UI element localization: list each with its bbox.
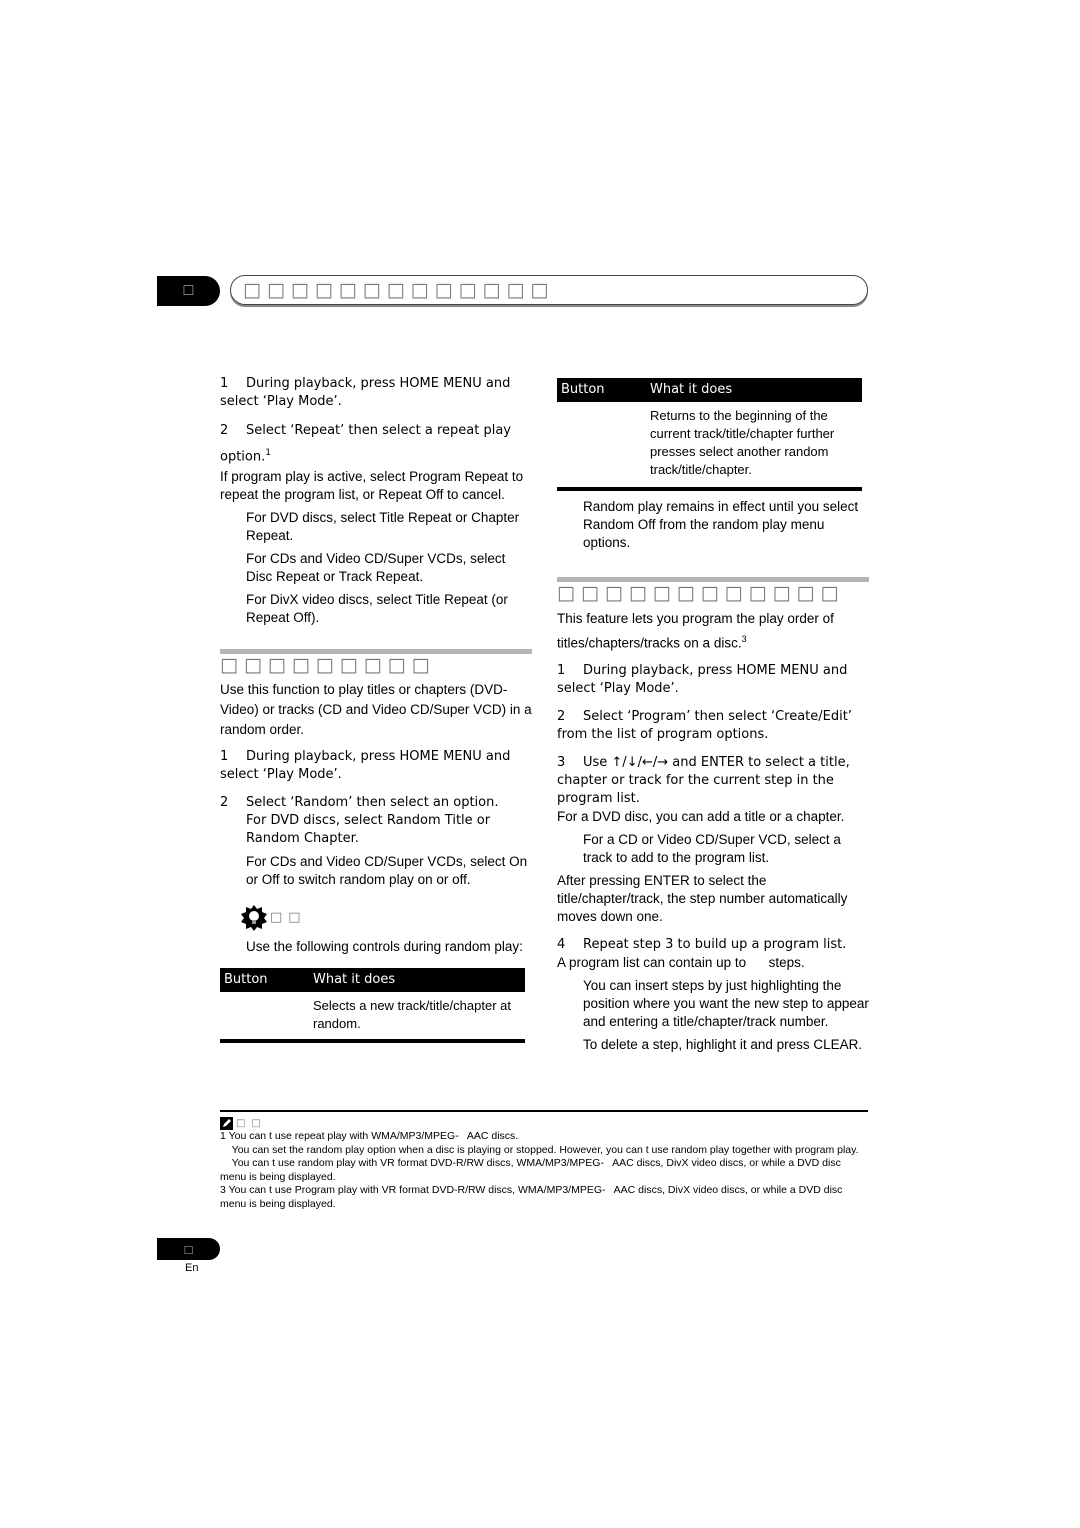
note-header: □□	[220, 1116, 868, 1130]
program-step-3: 3 Use ↑/↓/←/→ and ENTER to select a title…	[557, 754, 850, 806]
right-column: Button What it does Returns to the begin…	[557, 378, 869, 1054]
lightbulb-tip-icon	[241, 905, 267, 932]
footnote-ref: 1	[265, 448, 271, 458]
tip-text: Use the following controls during random…	[246, 939, 523, 955]
page-number: □	[184, 1241, 193, 1257]
random-heading: □□□□□□□□□	[220, 654, 436, 677]
footnotes: □□ 1 You can t use repeat play with WMA/…	[220, 1110, 868, 1211]
footnote-item: 3 You can t use Program play with VR for…	[220, 1184, 846, 1210]
button-cell	[557, 407, 650, 479]
table-header: Button What it does	[220, 968, 525, 993]
random-step-1: 1 During playback, press HOME MENU and se…	[220, 749, 511, 783]
column-header-button: Button	[224, 972, 268, 988]
repeat-note: If program play is active, select Progra…	[220, 469, 524, 503]
random-bullet: For DVD discs, select Random Title or Ra…	[246, 813, 491, 847]
chapter-number-tab: □	[157, 276, 220, 306]
repeat-bullet: For CDs and Video CD/Super VCDs, select …	[246, 551, 506, 585]
footnote-ref: 3	[741, 634, 747, 644]
description-cell: Selects a new track/title/chapter at ran…	[313, 998, 511, 1032]
language-label: En	[185, 1262, 199, 1274]
chapter-number: □	[183, 282, 194, 299]
footnote-rule	[220, 1110, 868, 1112]
program-step-4: 4 Repeat step 3 to build up a program lis…	[557, 936, 847, 952]
footnote-item: You can t use random play with VR format…	[220, 1157, 844, 1183]
program-step-2: 2 Select ‘Program’ then select ‘Create/Ed…	[557, 708, 852, 742]
repeat-step-2: 2 Select ‘Repeat’ then select a repeat pl…	[220, 423, 511, 465]
column-header-button: Button	[561, 382, 605, 397]
page-number-tab: □	[157, 1238, 220, 1260]
step4-bullet: To delete a step, highlight it and press…	[583, 1036, 863, 1052]
chapter-title: □□□□□□□□□□□□□	[243, 279, 555, 301]
repeat-bullet: For DVD discs, select Title Repeat or Ch…	[246, 510, 520, 544]
program-step-1: 1 During playback, press HOME MENU and se…	[557, 662, 848, 696]
chapter-title-bar: □□□□□□□□□□□□□	[230, 275, 868, 305]
random-step-2: 2 Select ‘Random’ then select an option.	[220, 795, 499, 811]
left-column: 1 During playback, press HOME MENU and se…	[220, 375, 532, 1044]
random-remains-note: Random play remains in effect until you …	[583, 499, 859, 550]
step3-note: For a DVD disc, you can add a title or a…	[557, 808, 845, 824]
step4-note: A program list can contain up to steps.	[557, 954, 805, 970]
button-cell	[220, 997, 313, 1033]
table-header: Button What it does	[557, 378, 862, 402]
table-bottom-rule	[220, 1039, 525, 1044]
random-bullet: For CDs and Video CD/Super VCDs, select …	[246, 854, 528, 888]
tip-header: □□	[220, 903, 532, 933]
program-heading: □□□□□□□□□□□□	[557, 582, 845, 604]
footnote-item: You can set the random play option when …	[220, 1143, 859, 1156]
tip-label: □□	[270, 910, 307, 926]
step4-bullet: You can insert steps by just highlightin…	[583, 977, 869, 1029]
pencil-note-icon	[220, 1116, 233, 1130]
step3-bullet: For a CD or Video CD/Super VCD, select a…	[583, 831, 841, 865]
random-controls-table: Button What it does Selects a new track/…	[220, 968, 525, 1044]
table-row: Returns to the beginning of the current …	[557, 402, 862, 479]
random-intro: Use this function to play titles or chap…	[220, 682, 532, 738]
note-label: □□	[236, 1117, 267, 1129]
repeat-step-1: 1 During playback, press HOME MENU and se…	[220, 376, 511, 409]
column-header-what-it-does: What it does	[313, 972, 396, 988]
table-row: Selects a new track/title/chapter at ran…	[220, 992, 525, 1033]
program-intro: This feature lets you program the play o…	[557, 611, 834, 651]
column-header-what-it-does: What it does	[650, 382, 733, 397]
footnote-item: 1 You can t use repeat play with WMA/MP3…	[220, 1130, 519, 1142]
random-controls-table-continued: Button What it does Returns to the begin…	[557, 378, 862, 491]
repeat-bullet: For DivX video discs, select Title Repea…	[246, 592, 508, 626]
table-bottom-rule	[557, 487, 862, 491]
description-cell: Returns to the beginning of the current …	[650, 408, 835, 477]
step3-after: After pressing ENTER to select the title…	[557, 872, 848, 924]
